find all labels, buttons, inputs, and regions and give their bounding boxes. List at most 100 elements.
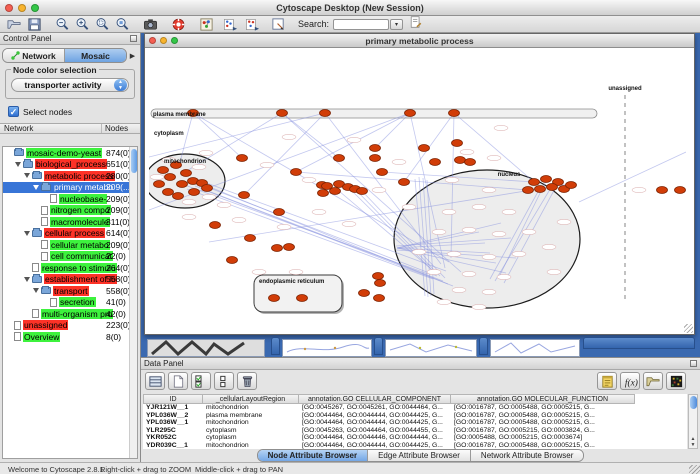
tree-row[interactable]: cellular metabo209(0) [3, 239, 137, 251]
table-row[interactable]: YPL036W__2plasma membrane[GO:0044464, GO… [143, 412, 687, 420]
tree-header[interactable]: Network Nodes [0, 123, 140, 134]
tab-edge-attribute-browser[interactable]: Edge Attribute Browser [368, 450, 471, 461]
table-cell[interactable]: cytoplasm [203, 434, 299, 442]
table-cell[interactable]: [GO:0044464, GO:0044444, GO:0044425, G..… [299, 412, 451, 420]
table-scrollbar-thumb[interactable] [690, 396, 697, 409]
network-window-titlebar[interactable]: primary metabolic process [145, 34, 694, 48]
expander-icon[interactable] [24, 173, 30, 178]
vizmapper-icon[interactable] [198, 16, 214, 32]
window-resize-grip[interactable] [684, 324, 693, 333]
tree-scrollbar[interactable] [129, 147, 137, 458]
tree-row[interactable]: transport558(0) [3, 285, 137, 297]
table-cell[interactable]: [GO:0044464, GO:0044444, GO:0044425, G..… [299, 442, 451, 450]
table-cell[interactable]: mitochondrion [203, 404, 299, 412]
float-panel-icon[interactable] [690, 360, 697, 367]
expander-icon[interactable] [33, 185, 39, 190]
table-cell[interactable]: [GO:0045263, GO:0044464, GO:0044455, G..… [299, 427, 451, 435]
table-cell[interactable]: plasma membrane [203, 412, 299, 420]
table-cell[interactable]: cytoplasm [203, 427, 299, 435]
background-window-edge[interactable] [374, 337, 383, 355]
import-attributes-icon[interactable] [597, 372, 617, 390]
network-snapshot-icon[interactable] [142, 16, 158, 32]
tab-mosaic[interactable]: Mosaic [65, 49, 126, 62]
table-cell[interactable]: YPL036W__1 [143, 419, 203, 427]
tab-network[interactable]: Network [3, 49, 65, 62]
table-column-header[interactable]: ID [143, 394, 203, 404]
layout-nodes-icon[interactable] [222, 16, 238, 32]
help-icon[interactable] [170, 16, 186, 32]
table-row[interactable]: YJR121W__1mitochondrion[GO:0045267, GO:0… [143, 404, 687, 412]
background-window-edge[interactable] [479, 337, 488, 355]
table-row[interactable]: YKR052Ccytoplasm[GO:0044464, GO:0044446,… [143, 434, 687, 442]
expander-icon[interactable] [33, 288, 39, 293]
delete-attribute-icon[interactable] [237, 372, 257, 390]
table-cell[interactable]: YJR121W__1 [143, 404, 203, 412]
tree-row[interactable]: macromolecule311(0) [3, 216, 137, 228]
tree-row[interactable]: establishment of lo558(0) [3, 274, 137, 286]
function-builder-icon[interactable]: f(x) [620, 372, 640, 390]
tab-node-attribute-browser[interactable]: Node Attribute Browser [258, 450, 369, 461]
table-cell[interactable]: YDR039C__1 [143, 442, 203, 450]
background-window-edge[interactable] [271, 337, 280, 355]
table-cell[interactable]: [GO:0016787, GO:0005488, GO:0005215, G..… [451, 419, 635, 427]
table-cell[interactable]: YLR295C [143, 427, 203, 435]
tree-row[interactable]: nucleobase-209(0) [3, 193, 137, 205]
scrollbar-arrows[interactable]: ▲▼ [689, 436, 697, 448]
table-cell[interactable]: YKR052C [143, 434, 203, 442]
background-window[interactable] [490, 339, 580, 357]
attribute-matrix-icon[interactable] [666, 372, 686, 390]
table-row[interactable]: YPL036W__1mitochondrion[GO:0044464, GO:0… [143, 419, 687, 427]
background-window-titlebar[interactable] [583, 337, 695, 349]
unselect-attributes-icon[interactable] [214, 372, 234, 390]
create-attribute-icon[interactable] [168, 372, 188, 390]
table-cell[interactable]: [GO:0016787, GO:0005488, GO:0005215, G..… [451, 412, 635, 420]
save-session-icon[interactable] [26, 16, 42, 32]
tree-row[interactable]: secretion41(0) [3, 297, 137, 309]
table-scrollbar[interactable]: ▲▼ [688, 394, 698, 449]
table-column-header[interactable]: annotation.GO MOLECULAR_FUNCTION [451, 394, 635, 404]
app-resize-grip[interactable] [689, 465, 700, 474]
table-cell[interactable]: [GO:0005488, GO:0005215, GO:0003674] [451, 434, 635, 442]
network-view-window[interactable]: primary metabolic process plasma membran… [144, 33, 695, 335]
zoom-in-icon[interactable] [74, 16, 90, 32]
select-nodes-checkbox[interactable]: ✓ [8, 106, 19, 117]
network-graph[interactable]: plasma membranecytoplasmmitochondrionnuc… [149, 62, 686, 330]
layout-edges-icon[interactable] [244, 16, 260, 32]
tree-row[interactable]: cellular process614(0) [3, 228, 137, 240]
select-attributes-icon[interactable] [191, 372, 211, 390]
node-color-dropdown[interactable]: transporter activity ▲▼ [11, 78, 129, 92]
table-row[interactable]: YDR039C__1mitochondrion[GO:0044464, GO:0… [143, 442, 687, 450]
background-window[interactable] [282, 339, 372, 357]
table-row[interactable]: YLR295Ccytoplasm[GO:0045263, GO:0044464,… [143, 427, 687, 435]
annotation-icon[interactable] [270, 16, 286, 32]
tree-scrollbar-thumb[interactable] [131, 149, 137, 173]
enhanced-search-icon[interactable] [409, 15, 423, 34]
tree-row[interactable]: Overview8(0) [3, 331, 137, 343]
table-cell[interactable]: [GO:0045267, GO:0045261, GO:0044464, G..… [299, 404, 451, 412]
search-input[interactable] [333, 19, 389, 30]
table-cell[interactable]: [GO:0016787, GO:0005488, GO:0005215, G..… [451, 404, 635, 412]
table-cell[interactable]: mitochondrion [203, 419, 299, 427]
table-cell[interactable]: [GO:0044464, GO:0044446, GO:0044444, G..… [299, 434, 451, 442]
float-panel-icon[interactable] [130, 35, 137, 42]
attribute-table-icon[interactable] [145, 372, 165, 390]
search-dropdown-arrow-icon[interactable]: ▾ [390, 19, 403, 30]
tree-row[interactable]: primary metabo209(... [3, 182, 137, 194]
table-cell[interactable]: [GO:0044464, GO:0044444, GO:0044425, G..… [299, 419, 451, 427]
tree-row[interactable]: cell communicat22(0) [3, 251, 137, 263]
background-window[interactable] [385, 339, 477, 357]
table-cell[interactable]: YPL036W__2 [143, 412, 203, 420]
tab-overflow-arrow[interactable]: ▶ [127, 52, 138, 60]
table-cell[interactable]: [GO:0016787, GO:0005215, GO:0003824, G..… [451, 427, 635, 435]
network-canvas[interactable]: plasma membranecytoplasmmitochondrionnuc… [145, 49, 694, 334]
expander-icon[interactable] [24, 277, 30, 282]
zoom-out-icon[interactable] [54, 16, 70, 32]
zoom-selected-region-icon[interactable] [114, 16, 130, 32]
tree-row[interactable]: multi-organism pro42(0) [3, 308, 137, 320]
table-column-header[interactable]: annotation.GO CELLULAR_COMPONENT [299, 394, 451, 404]
tree-row[interactable]: metabolic process280(0) [3, 170, 137, 182]
tree-row[interactable]: nitrogen compo209(0) [3, 205, 137, 217]
load-attribute-file-icon[interactable] [643, 372, 663, 390]
tree-row[interactable]: response to stimulu264(0) [3, 262, 137, 274]
table-cell[interactable]: mitochondrion [203, 442, 299, 450]
